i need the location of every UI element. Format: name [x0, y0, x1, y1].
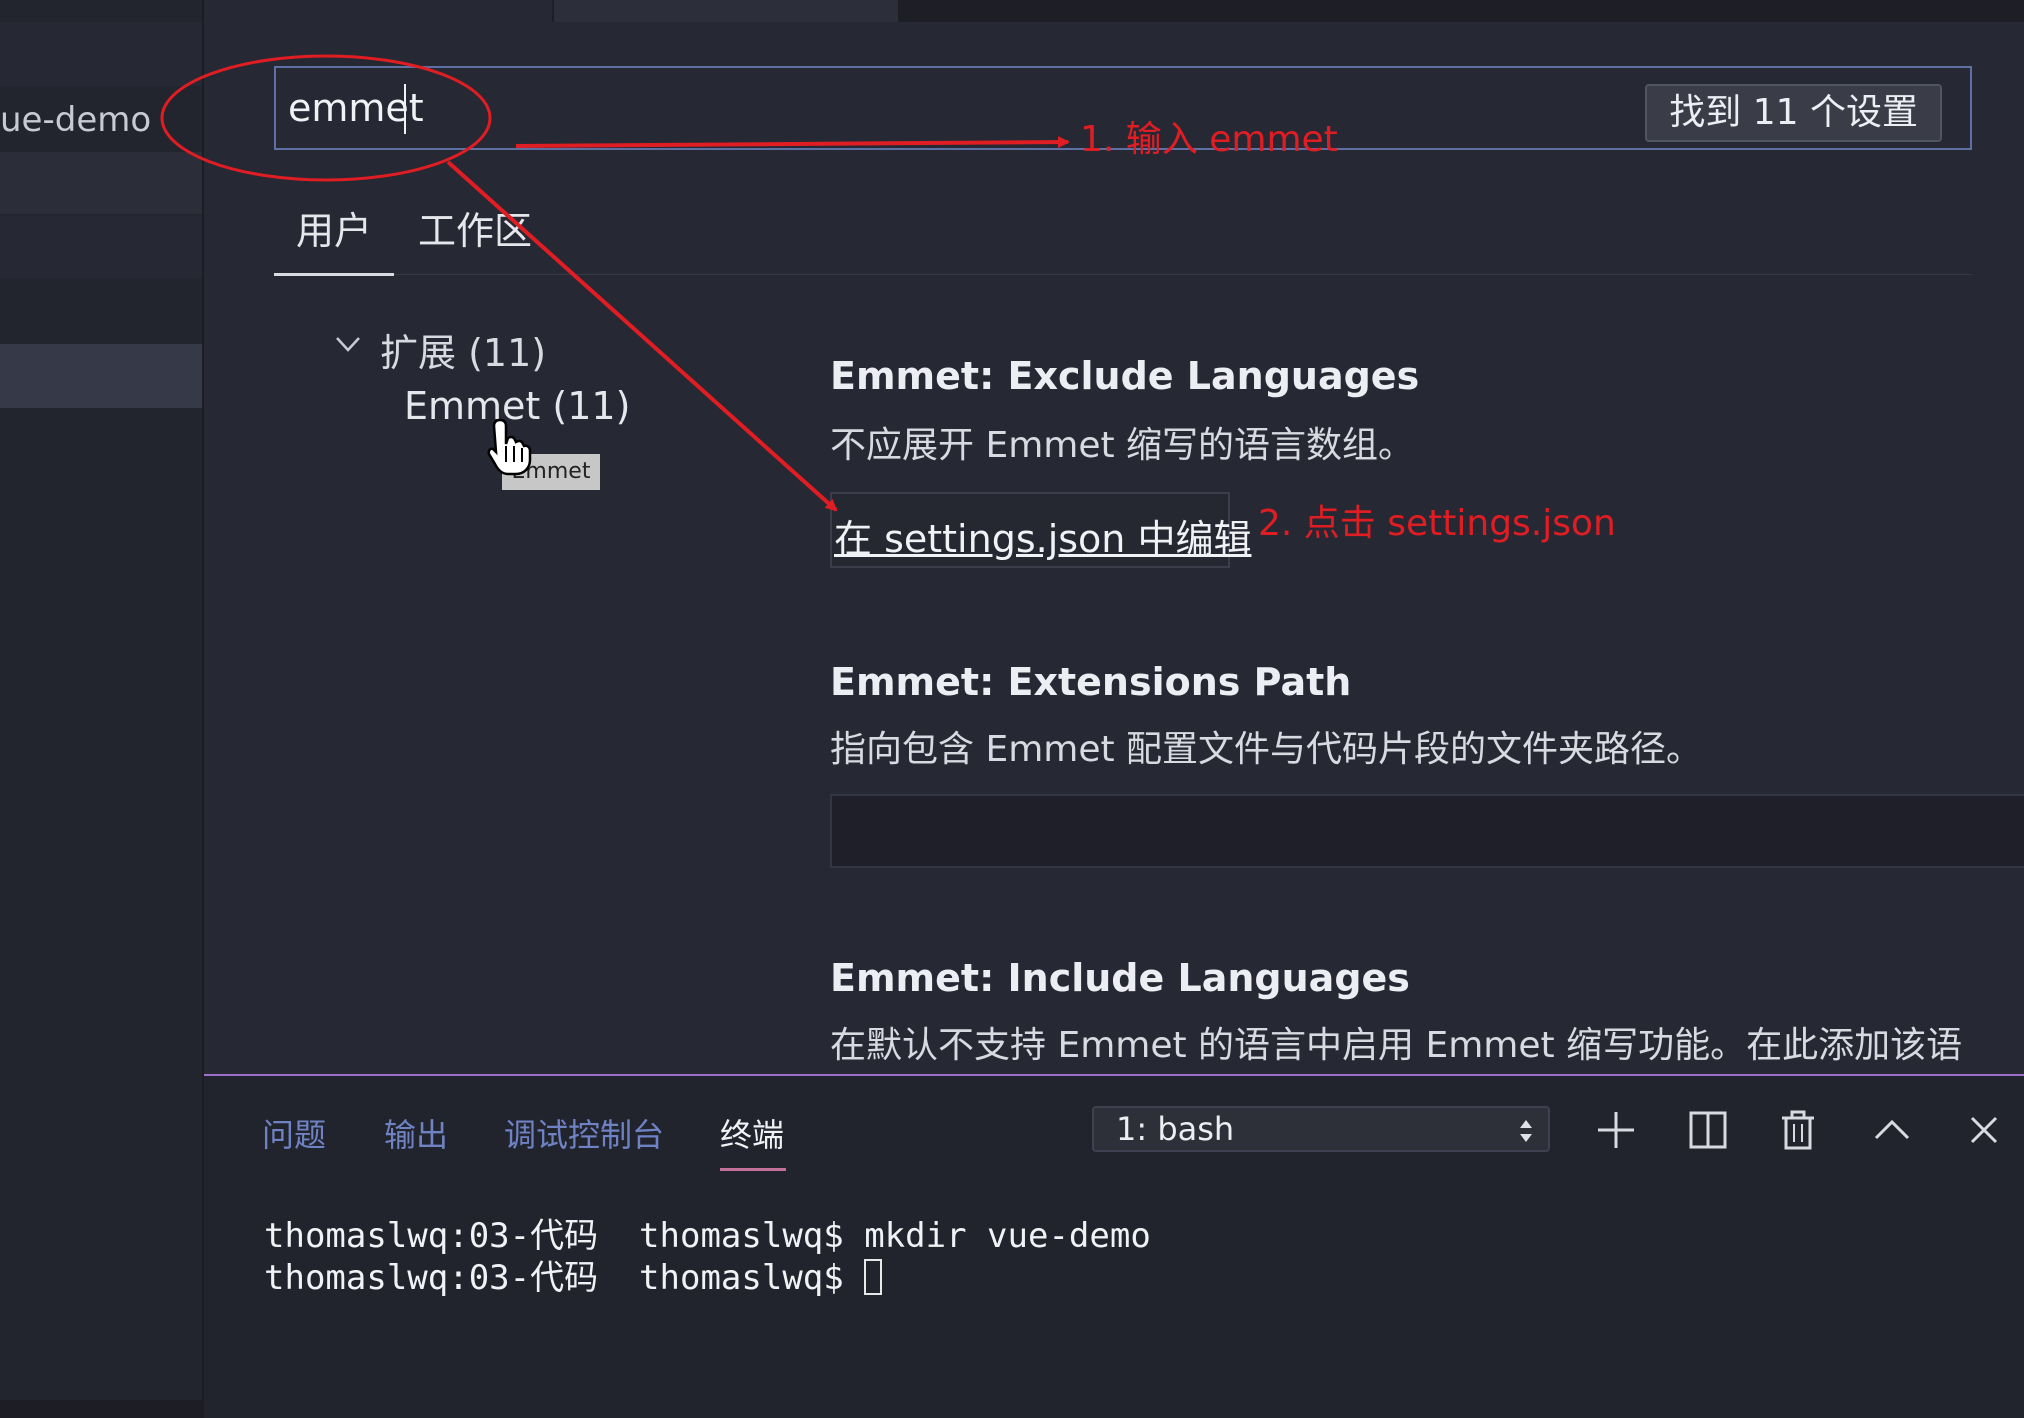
sidebar-row-selected[interactable]	[0, 344, 202, 408]
toc-group-extensions[interactable]: 扩展 (11)	[380, 322, 546, 377]
editor-tab-strip	[204, 0, 2024, 22]
search-result-count: 找到 11 个设置	[1645, 84, 1942, 142]
trash-icon[interactable]	[1778, 1110, 1818, 1150]
settings-window: ue-demo 找到 11 个设置 用户 工作区 扩展 (11) Emmet (…	[0, 0, 2024, 1418]
select-arrows-icon	[1520, 1120, 1532, 1142]
sidebar-row[interactable]	[0, 152, 202, 214]
sidebar-row[interactable]	[0, 216, 202, 278]
sidebar-project-label: ue-demo	[0, 100, 152, 140]
setting-description: 指向包含 Emmet 配置文件与代码片段的文件夹路径。	[830, 729, 1703, 770]
sidebar-row[interactable]	[0, 280, 202, 342]
bottom-panel: 问题 输出 调试控制台 终端 1: bash thomaslwq:03-代码 t…	[204, 1074, 2024, 1418]
hand-cursor-icon	[487, 418, 532, 476]
tab-terminal[interactable]: 终端	[720, 1110, 784, 1156]
tabs-divider	[394, 274, 1972, 275]
tab-debug-console[interactable]: 调试控制台	[504, 1110, 664, 1156]
setting-description: 不应展开 Emmet 缩写的语言数组。	[830, 425, 1415, 466]
editor-tab[interactable]	[554, 0, 898, 22]
setting-title: Emmet: Exclude Languages	[830, 354, 1420, 398]
settings-search-input[interactable]	[288, 78, 1588, 138]
annotation-step2: 2. 点击 settings.json	[1258, 503, 1616, 544]
terminal-prompt-line[interactable]: thomaslwq:03-代码 thomaslwq$	[264, 1250, 883, 1299]
terminal-select-value: 1: bash	[1116, 1110, 1235, 1148]
edit-link-label: 在 settings.json 中编辑	[834, 517, 1252, 561]
text-caret	[404, 84, 406, 134]
active-panel-tab-indicator	[720, 1168, 786, 1171]
split-icon[interactable]	[1688, 1110, 1728, 1150]
active-tab-indicator	[274, 273, 394, 276]
tab-workspace[interactable]: 工作区	[418, 200, 532, 255]
explorer-sidebar: ue-demo	[0, 0, 204, 1418]
plus-icon[interactable]	[1596, 1110, 1636, 1150]
tab-output[interactable]: 输出	[384, 1110, 448, 1156]
setting-title: Emmet: Extensions Path	[830, 660, 1352, 704]
sidebar-row[interactable]	[0, 22, 202, 86]
terminal-line: thomaslwq:03-代码 thomaslwq$	[264, 1258, 865, 1298]
sidebar-footer	[0, 1400, 202, 1418]
chevron-up-icon[interactable]	[1872, 1110, 1912, 1150]
setting-description: 在默认不支持 Emmet 的语言中启用 Emmet 缩写功能。在此添加该语	[830, 1025, 1963, 1066]
setting-title: Emmet: Include Languages	[830, 956, 1410, 1000]
edit-in-settings-json-link[interactable]: 在 settings.json 中编辑	[830, 492, 1251, 568]
annotation-step1: 1. 输入 emmet	[1080, 119, 1338, 160]
terminal-select[interactable]: 1: bash	[1092, 1106, 1550, 1152]
tab-user[interactable]: 用户	[296, 200, 372, 255]
editor-tab[interactable]	[204, 0, 552, 22]
extensions-path-input[interactable]	[830, 794, 2024, 868]
chevron-down-icon[interactable]	[334, 330, 362, 358]
close-icon[interactable]	[1964, 1110, 2004, 1150]
tab-problems[interactable]: 问题	[262, 1110, 326, 1156]
terminal-cursor	[864, 1259, 883, 1295]
